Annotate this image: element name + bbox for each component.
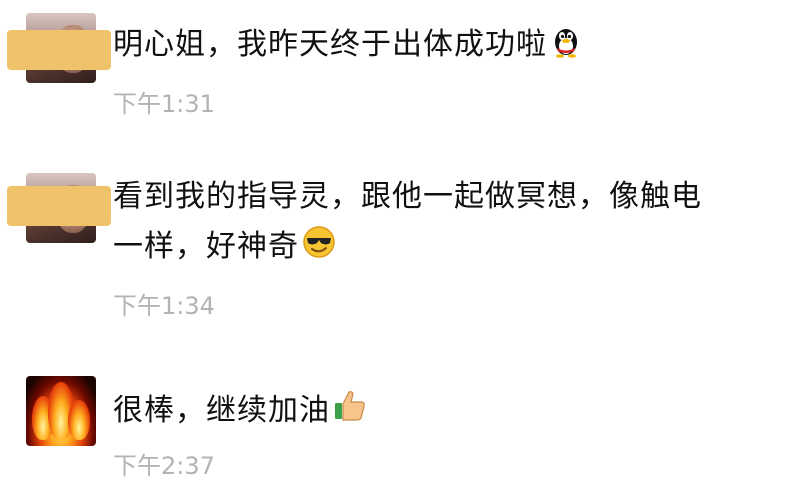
redacted-name-mask — [7, 30, 111, 70]
message-text: 很棒，继续加油 — [113, 386, 368, 440]
cool-sunglasses-icon — [301, 224, 337, 276]
message-timestamp: 下午2:37 — [113, 452, 215, 480]
message-timestamp: 下午1:31 — [113, 90, 215, 118]
thumbs-up-icon — [332, 388, 368, 440]
message-text: 看到我的指导灵，跟他一起做冥想，像触电 一样，好神奇 — [113, 172, 702, 276]
message-text: 明心姐，我昨天终于出体成功啦 — [113, 20, 583, 74]
user-avatar[interactable] — [26, 376, 96, 446]
qq-penguin-icon — [549, 24, 583, 74]
message-line-2: 一样，好神奇 — [113, 222, 702, 276]
message-line-1: 看到我的指导灵，跟他一起做冥想，像触电 — [113, 179, 702, 214]
redacted-name-mask — [7, 186, 111, 226]
message-timestamp: 下午1:34 — [113, 292, 215, 320]
